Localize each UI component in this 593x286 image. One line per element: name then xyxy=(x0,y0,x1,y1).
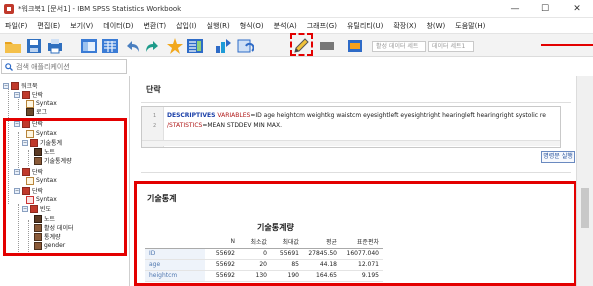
callout-dashed-box xyxy=(290,33,313,56)
menu-edit[interactable]: 편집(E) xyxy=(32,21,65,31)
chart-builder-icon[interactable] xyxy=(214,37,232,55)
menu-utilities[interactable]: 유틸리티(U) xyxy=(342,21,388,31)
syntax-line-2: /STATISTICS=MEAN STDDEV MIN MAX. xyxy=(167,122,282,129)
syntax-editor[interactable]: 1 2 DESCRIPTIVES VARIABLES=ID age height… xyxy=(141,106,561,148)
navigation-tree: − 워크북 − 단락 Syntax 로그 − 단락 Syntax − 기술통계 … xyxy=(0,76,130,286)
tree-node-log[interactable]: 로그 xyxy=(26,107,47,116)
title-bar: *워크북1 [문서1] - IBM SPSS Statistics Workbo… xyxy=(0,0,593,18)
maximize-button[interactable]: ☐ xyxy=(534,0,556,18)
menu-help[interactable]: 도움말(H) xyxy=(450,21,490,31)
dataset-select[interactable]: 데이터 세트1 xyxy=(428,41,474,52)
star-icon[interactable] xyxy=(166,37,184,55)
line-number: 1 xyxy=(153,113,157,119)
dialog-recall-icon[interactable] xyxy=(80,37,98,55)
tree-node-paragraph[interactable]: − 단락 xyxy=(14,90,43,99)
callout-line xyxy=(541,44,593,46)
paragraph-icon xyxy=(22,90,30,99)
workbook-icon xyxy=(11,81,19,90)
tree-node-workbook[interactable]: − 워크북 xyxy=(3,81,38,90)
variables-icon[interactable] xyxy=(186,37,204,55)
close-button[interactable]: ✕ xyxy=(566,0,588,18)
menu-bar: 파일(F) 편집(E) 보기(V) 데이터(D) 변환(T) 삽입(I) 실행(… xyxy=(0,18,593,33)
paragraph-icon[interactable] xyxy=(236,37,254,55)
menu-graphs[interactable]: 그래프(G) xyxy=(302,21,342,31)
menu-file[interactable]: 파일(F) xyxy=(0,21,32,31)
collapse-icon[interactable]: − xyxy=(3,82,9,89)
content-pane: 단락 1 2 DESCRIPTIVES VARIABLES=ID age hei… xyxy=(131,76,577,286)
window-title: *워크북1 [문서1] - IBM SPSS Statistics Workbo… xyxy=(18,4,182,13)
search-box xyxy=(1,59,127,74)
search-input[interactable] xyxy=(16,62,121,71)
highlight-box-tree xyxy=(3,118,127,256)
divider xyxy=(141,172,571,173)
menu-transform[interactable]: 변환(T) xyxy=(138,21,171,31)
menu-format[interactable]: 형식(O) xyxy=(235,21,269,31)
menu-analyze[interactable]: 분석(A) xyxy=(269,21,302,31)
highlight-box-output xyxy=(134,181,577,286)
data-editor-icon[interactable] xyxy=(101,37,119,55)
menu-extensions[interactable]: 확장(X) xyxy=(388,21,421,31)
run-syntax-button[interactable]: 명령문 실행 xyxy=(541,151,575,163)
minimize-button[interactable]: — xyxy=(504,0,526,18)
active-dataset-combo[interactable]: 활성 데이터 세트 xyxy=(372,41,426,52)
menu-insert[interactable]: 삽입(I) xyxy=(171,21,201,31)
search-icon xyxy=(5,62,13,71)
syntax-line-1: DESCRIPTIVES VARIABLES=ID age heightcm w… xyxy=(167,112,546,119)
divider xyxy=(141,102,571,103)
open-folder-icon[interactable] xyxy=(4,37,22,55)
run-icon[interactable] xyxy=(318,37,336,55)
horizontal-scrollbar[interactable] xyxy=(142,140,560,146)
redo-icon[interactable] xyxy=(144,37,162,55)
save-icon[interactable] xyxy=(25,37,43,55)
collapse-icon[interactable]: − xyxy=(14,91,20,98)
scrollbar-thumb[interactable] xyxy=(581,188,589,228)
mode-icon[interactable] xyxy=(346,37,364,55)
paragraph-heading: 단락 xyxy=(146,85,161,94)
undo-icon[interactable] xyxy=(123,37,141,55)
log-icon xyxy=(26,107,34,116)
menu-run[interactable]: 실행(R) xyxy=(202,21,235,31)
line-number: 2 xyxy=(153,123,157,129)
print-icon[interactable] xyxy=(46,37,64,55)
menu-view[interactable]: 보기(V) xyxy=(65,21,98,31)
vertical-scrollbar[interactable] xyxy=(576,76,593,286)
menu-data[interactable]: 데이터(D) xyxy=(98,21,138,31)
menu-window[interactable]: 창(W) xyxy=(421,21,450,31)
spss-app-icon xyxy=(4,3,14,14)
